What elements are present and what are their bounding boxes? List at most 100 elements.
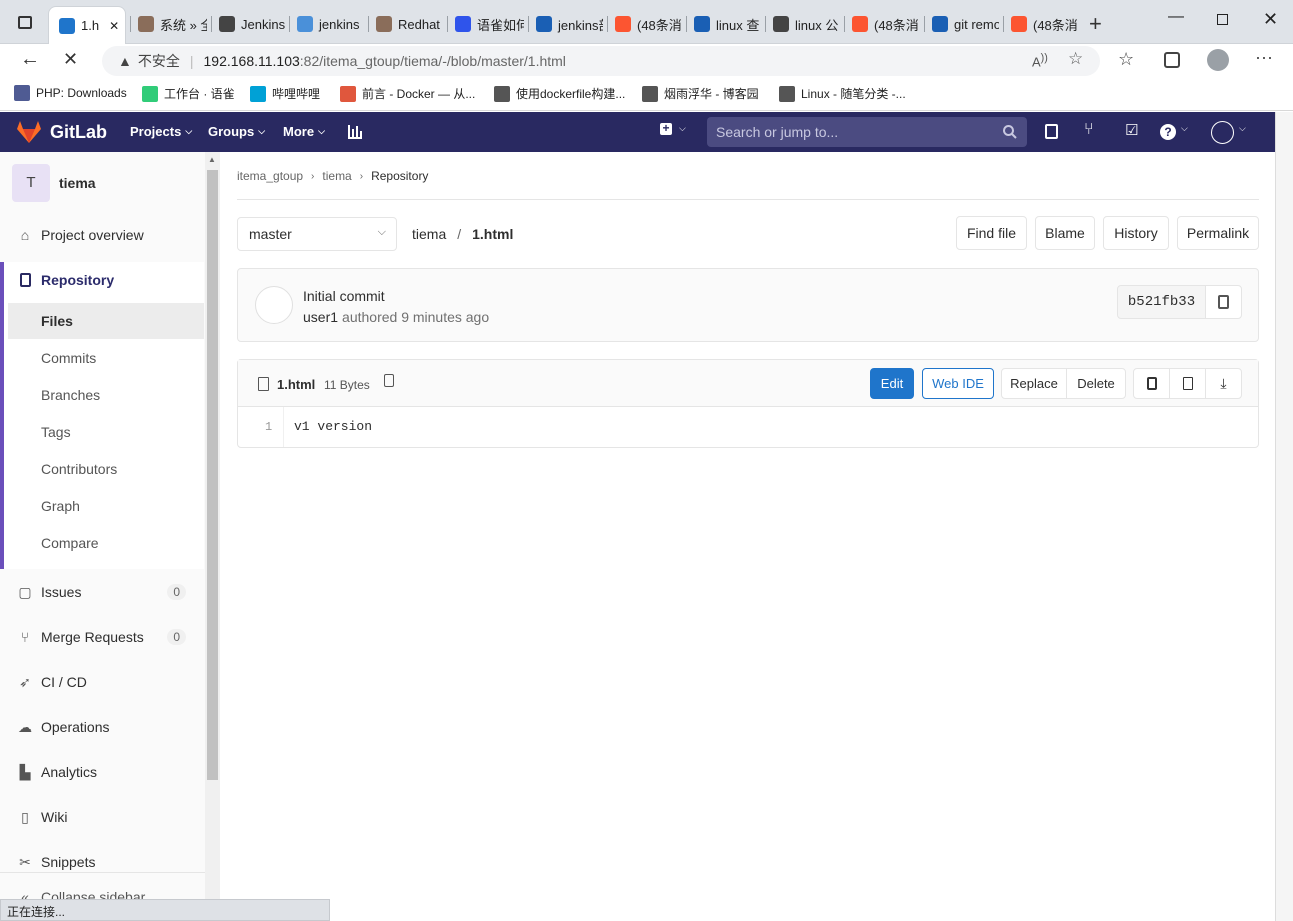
add-favorite-icon[interactable]: ☆ xyxy=(1068,49,1083,69)
sidebar-sub-files[interactable]: Files xyxy=(8,303,204,339)
scrollbar-up-arrow-icon[interactable]: ▲ xyxy=(208,155,216,164)
user-avatar-icon[interactable] xyxy=(1211,121,1234,144)
browser-tab[interactable]: (48条消 xyxy=(609,10,682,38)
path-file[interactable]: 1.html xyxy=(472,226,513,242)
copy-path-icon[interactable] xyxy=(384,374,394,387)
bookmark-item[interactable]: 烟雨浮华 - 博客园 xyxy=(642,85,759,102)
sidebar-sub-tags[interactable]: Tags xyxy=(8,414,204,450)
browser-tab[interactable]: git remo xyxy=(926,10,999,38)
sidebar-sub-compare[interactable]: Compare xyxy=(8,525,204,561)
breadcrumb-project[interactable]: tiema xyxy=(322,169,351,183)
new-item-icon[interactable]: + xyxy=(660,122,672,135)
copy-sha-button[interactable] xyxy=(1205,285,1242,319)
profile-avatar-icon[interactable] xyxy=(1207,49,1229,71)
read-aloud-icon[interactable]: A)) xyxy=(1032,52,1048,69)
sidebar-item-wiki[interactable]: ▯ Wiki xyxy=(0,799,204,835)
url-field[interactable]: ▲ 不安全 | 192.168.11.103 :82/itema_gtoup/t… xyxy=(102,46,1100,76)
sidebar-sub-contributors[interactable]: Contributors xyxy=(8,451,204,487)
chevron-down-icon[interactable]: ⌵ xyxy=(1239,123,1246,134)
search-input[interactable]: Search or jump to... xyxy=(707,117,1027,147)
bookmark-item[interactable]: 使用dockerfile构建... xyxy=(494,85,625,102)
sidebar-item-issues[interactable]: ▢ Issues 0 xyxy=(0,574,204,610)
close-tab-icon[interactable]: ✕ xyxy=(109,19,119,33)
browser-tab[interactable]: jenkins xyxy=(291,10,364,38)
sidebar-item-snippets[interactable]: ✂ Snippets xyxy=(0,844,204,880)
sidebar-item-overview[interactable]: ⌂ Project overview xyxy=(0,217,204,253)
browser-tab[interactable]: (48条消 xyxy=(846,10,920,38)
web-ide-button[interactable]: Web IDE xyxy=(922,368,994,399)
commit-author-avatar[interactable] xyxy=(255,286,293,324)
gitlab-brand[interactable]: GitLab xyxy=(50,122,107,143)
copy-contents-button[interactable] xyxy=(1133,368,1170,399)
help-icon[interactable]: ? xyxy=(1160,124,1176,140)
maximize-icon[interactable] xyxy=(1217,14,1228,25)
download-button[interactable]: ⤓ xyxy=(1205,368,1242,399)
bookmark-label: Linux - 随笔分类 -... xyxy=(801,87,906,101)
browser-tab[interactable]: linux 查 xyxy=(688,10,761,38)
sidebar-item-merge-requests[interactable]: ⑂ Merge Requests 0 xyxy=(0,619,204,655)
sidebar-item-cicd[interactable]: ➶ CI / CD xyxy=(0,664,204,700)
favorites-icon[interactable]: ☆ xyxy=(1118,49,1134,70)
delete-button[interactable]: Delete xyxy=(1066,368,1126,399)
minimize-icon[interactable]: — xyxy=(1168,8,1184,26)
bookmark-favicon-icon xyxy=(250,85,266,102)
chevron-down-icon[interactable]: ⌵ xyxy=(679,123,686,134)
sidebar-sub-graph[interactable]: Graph xyxy=(8,488,204,524)
sidebar-item-operations[interactable]: ☁ Operations xyxy=(0,709,204,745)
todos-icon[interactable]: ☑ xyxy=(1125,121,1138,139)
sidebar-sub-commits[interactable]: Commits xyxy=(8,340,204,376)
sidebar-scrollbar[interactable]: ▲ xyxy=(205,152,220,900)
commit-author[interactable]: user1 xyxy=(303,309,338,325)
browser-tab[interactable]: Redhat xyxy=(370,10,443,38)
back-icon[interactable]: ← xyxy=(20,48,40,71)
close-window-icon[interactable]: ✕ xyxy=(1263,9,1278,30)
more-menu-icon[interactable]: ··· xyxy=(1255,47,1273,68)
bookmark-item[interactable]: 哔哩哔哩 xyxy=(250,85,320,102)
commit-sha[interactable]: b521fb33 xyxy=(1117,285,1206,319)
nav-groups[interactable]: Groups ⌵ xyxy=(208,124,265,139)
collections-icon[interactable] xyxy=(1164,52,1180,68)
bookmark-item[interactable]: 工作台 · 语雀 xyxy=(142,85,235,102)
browser-tab[interactable]: 系统 » 全 xyxy=(132,10,207,38)
breadcrumb-group[interactable]: itema_gtoup xyxy=(237,169,303,183)
blame-button[interactable]: Blame xyxy=(1035,216,1095,250)
nav-projects[interactable]: Projects ⌵ xyxy=(130,124,192,139)
nav-more[interactable]: More ⌵ xyxy=(283,124,325,139)
path-repo[interactable]: tiema xyxy=(412,226,446,242)
bookmark-item[interactable]: PHP: Downloads xyxy=(14,85,127,101)
scrollbar-thumb[interactable] xyxy=(207,170,218,780)
branch-select[interactable]: master ⌵ xyxy=(237,217,397,251)
tab-actions-icon[interactable] xyxy=(18,16,32,29)
merge-requests-icon[interactable]: ⑂ xyxy=(1084,121,1094,139)
bookmark-item[interactable]: Linux - 随笔分类 -... xyxy=(779,85,906,102)
breadcrumb-current[interactable]: Repository xyxy=(371,169,428,183)
browser-tab[interactable]: linux 公 xyxy=(767,10,840,38)
stop-loading-icon[interactable]: ✕ xyxy=(63,49,78,70)
browser-tab[interactable]: (48条消 xyxy=(1005,10,1079,38)
open-raw-button[interactable] xyxy=(1169,368,1206,399)
find-file-button[interactable]: Find file xyxy=(956,216,1027,250)
project-name[interactable]: tiema xyxy=(59,175,96,191)
issues-icon[interactable] xyxy=(1045,124,1058,139)
sidebar-sub-branches[interactable]: Branches xyxy=(8,377,204,413)
line-number[interactable]: 1 xyxy=(265,420,272,434)
commit-title[interactable]: Initial commit xyxy=(303,288,385,304)
sidebar-item-repository[interactable]: Repository xyxy=(0,262,204,298)
sidebar-item-analytics[interactable]: ▙ Analytics xyxy=(0,754,204,790)
browser-tab[interactable]: 1.h ✕ xyxy=(48,6,126,44)
edit-button[interactable]: Edit xyxy=(870,368,914,399)
collapse-sidebar-button[interactable]: «Collapse sidebar xyxy=(0,879,204,901)
gitlab-logo-icon[interactable] xyxy=(16,120,42,144)
replace-button[interactable]: Replace xyxy=(1001,368,1067,399)
bookmark-item[interactable]: 前言 - Docker — 从... xyxy=(340,85,475,102)
browser-tab[interactable]: jenkins部 xyxy=(530,10,603,38)
new-tab-icon[interactable]: + xyxy=(1089,11,1102,37)
browser-tab[interactable]: 语雀如何 xyxy=(449,10,524,38)
project-avatar[interactable]: T xyxy=(12,164,50,202)
chevron-down-icon[interactable]: ⌵ xyxy=(1181,123,1188,134)
activity-chart-icon[interactable] xyxy=(347,124,363,140)
browser-tab[interactable]: Jenkins xyxy=(213,10,285,38)
permalink-button[interactable]: Permalink xyxy=(1177,216,1259,250)
tab-separator xyxy=(765,16,766,32)
history-button[interactable]: History xyxy=(1103,216,1169,250)
